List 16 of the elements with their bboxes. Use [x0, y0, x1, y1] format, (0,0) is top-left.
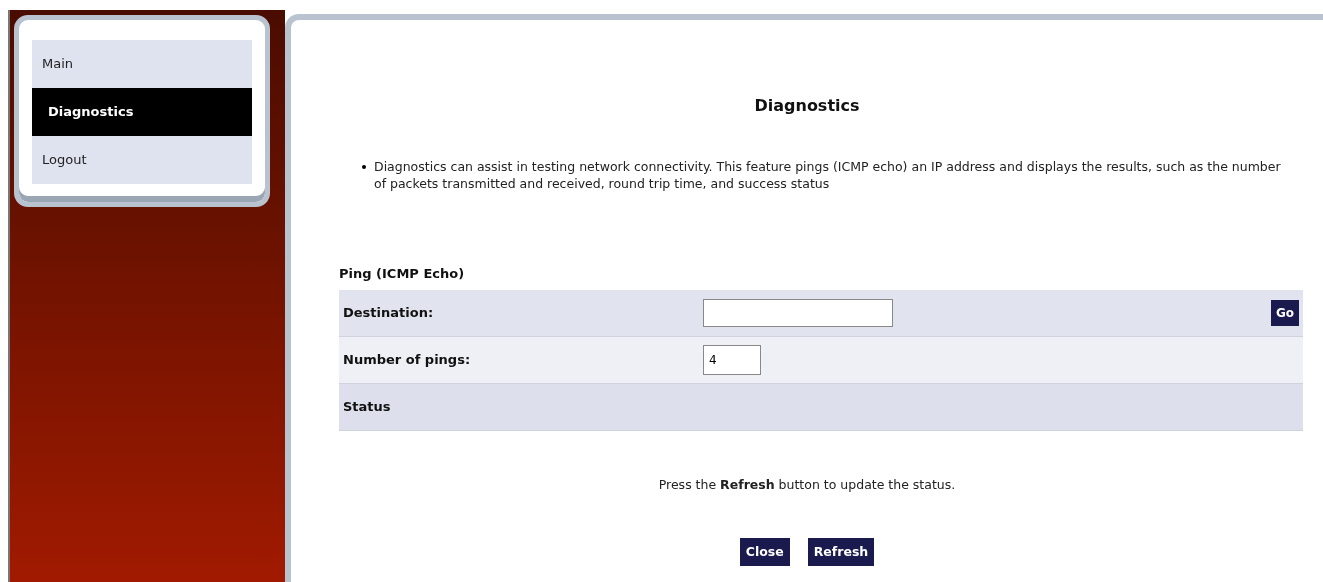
page-title: Diagnostics: [754, 95, 860, 117]
status-note: Press the Refresh button to update the status.: [658, 475, 956, 494]
close-button[interactable]: Close: [739, 538, 790, 567]
bullet-icon: [362, 165, 366, 169]
description-text: Diagnostics can assist in testing network connectivity. This feature pings (ICMP echo) an IP address and displays the results, such as the number of packets transmitted and received, round trip time, and success status: [374, 158, 1282, 192]
go-button[interactable]: Go: [1270, 299, 1299, 326]
destination-field[interactable]: [703, 298, 893, 327]
field-label: Number of pings:: [343, 350, 472, 369]
refresh-button[interactable]: Refresh: [807, 538, 875, 567]
sidebar-item[interactable]: Main: [32, 40, 252, 88]
sidebar-item[interactable]: Diagnostics: [32, 88, 252, 136]
field-label: Status: [343, 397, 392, 416]
section-title: Ping (ICMP Echo): [339, 265, 465, 283]
sidebar-item[interactable]: Logout: [32, 136, 252, 184]
ping-count-field[interactable]: 4: [703, 344, 761, 375]
field-label: Destination:: [343, 303, 435, 322]
